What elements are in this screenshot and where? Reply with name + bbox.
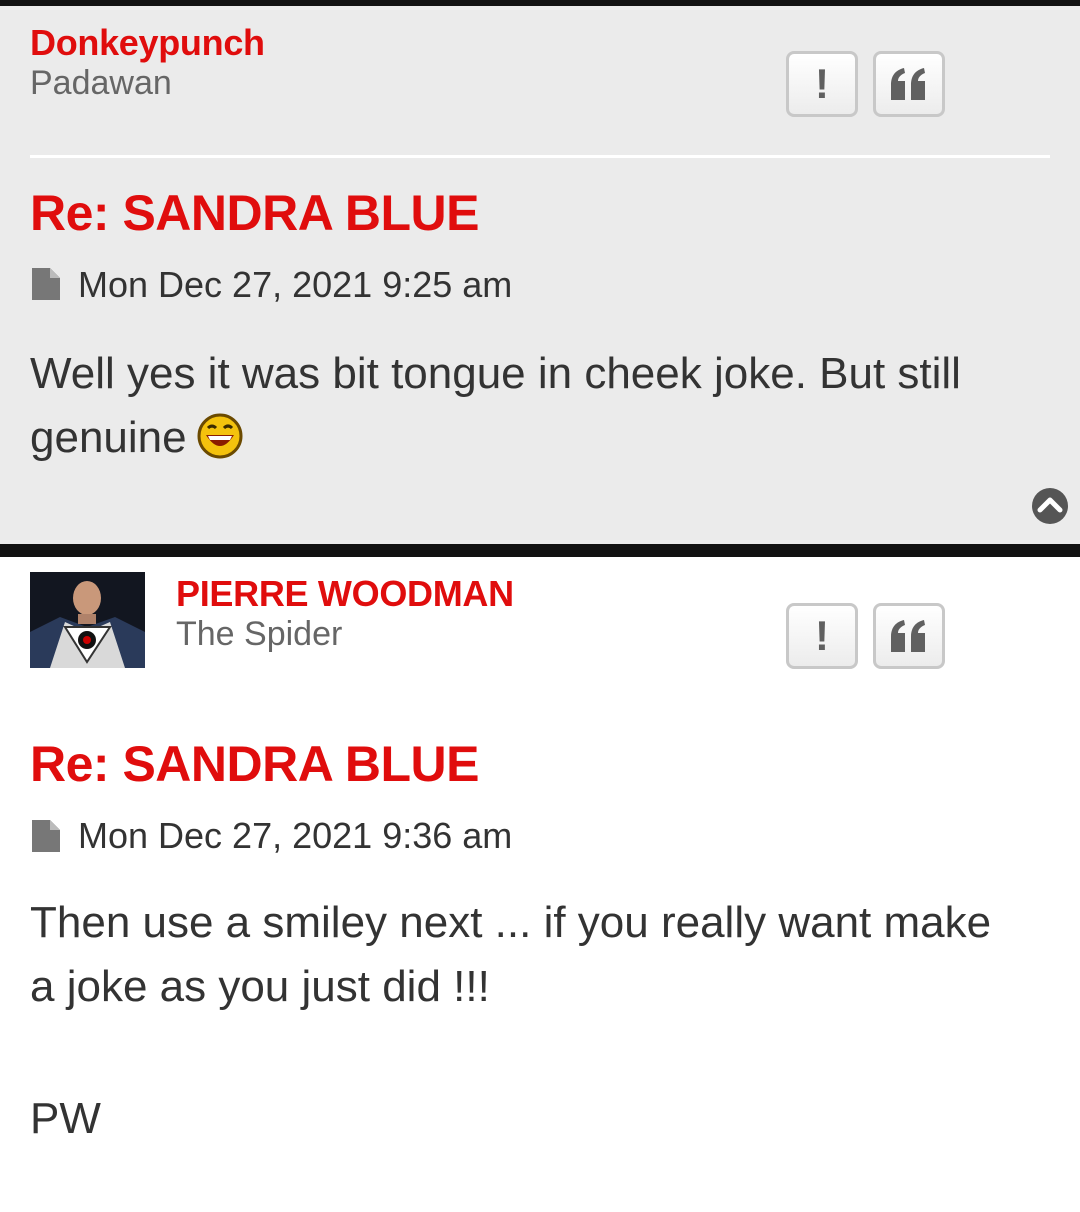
chevron-up-circle-icon[interactable] [1030, 486, 1070, 526]
avatar-image [30, 572, 145, 668]
post-divider [0, 544, 1080, 557]
post-body-line: Then use a smiley next ... if you really… [30, 898, 992, 947]
laughing-smiley-icon [197, 413, 243, 459]
quote-icon [891, 620, 925, 652]
author-rank: Padawan [30, 64, 172, 102]
post-date: Mon Dec 27, 2021 9:25 am [78, 264, 513, 305]
post-title[interactable]: Re: SANDRA BLUE [30, 184, 480, 242]
avatar[interactable] [30, 572, 145, 668]
report-icon: ! [815, 612, 829, 659]
file-icon [32, 820, 60, 852]
report-icon: ! [815, 60, 829, 107]
post-header-separator [30, 155, 1050, 158]
quote-icon [891, 68, 925, 100]
quote-button[interactable] [873, 51, 945, 117]
report-button[interactable]: ! [786, 603, 858, 669]
post-author[interactable]: Donkeypunch [30, 22, 265, 64]
report-button[interactable]: ! [786, 51, 858, 117]
post-body: Well yes it was bit tongue in cheek joke… [30, 342, 1060, 470]
quote-button[interactable] [873, 603, 945, 669]
file-icon [32, 268, 60, 300]
post-signature: PW [30, 1094, 101, 1143]
post-author[interactable]: PIERRE WOODMAN [176, 573, 514, 615]
post-pierre-woodman: PIERRE WOODMAN The Spider ! Re: SANDRA B… [0, 557, 1080, 1212]
post-body: Then use a smiley next ... if you really… [30, 891, 1060, 1019]
post-body-text: Well yes it was bit tongue in cheek joke… [30, 349, 961, 462]
post-body-line: a joke as you just did !!! [30, 962, 490, 1011]
post-donkeypunch: Donkeypunch Padawan ! Re: SANDRA BLUE Mo… [0, 6, 1080, 544]
post-date: Mon Dec 27, 2021 9:36 am [78, 815, 513, 856]
post-title[interactable]: Re: SANDRA BLUE [30, 735, 480, 793]
author-rank: The Spider [176, 615, 343, 653]
